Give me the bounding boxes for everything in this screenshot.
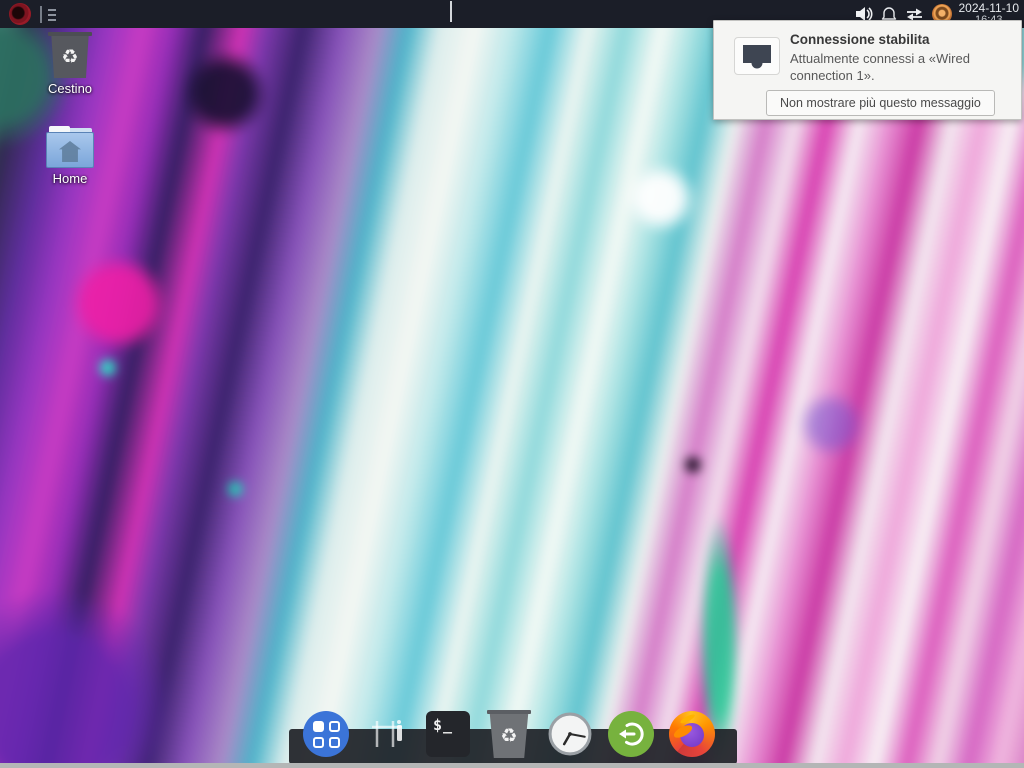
notification-title: Connessione stabilita [790, 32, 1013, 47]
desktop-icon-home[interactable]: Home [25, 126, 115, 186]
clock-icon [547, 711, 593, 757]
desktop-icon-trash[interactable]: ♻ Cestino [25, 32, 115, 96]
panel-date: 2024-11-10 [959, 2, 1020, 14]
dock-item-app-launcher[interactable] [303, 710, 349, 758]
dock-item-window-pager[interactable] [364, 710, 410, 758]
terminal-icon: $_ [426, 711, 470, 757]
dock-item-logout[interactable] [608, 710, 654, 758]
trash-icon: ♻ [487, 710, 531, 758]
recycle-icon: ♻ [500, 727, 517, 746]
dock-item-firefox[interactable] [669, 710, 715, 758]
trash-icon: ♻ [48, 32, 92, 78]
notification-text: Connessione stabilita Attualmente connes… [790, 32, 1013, 84]
home-folder-icon [46, 126, 94, 168]
dock-icons: $_ ♻ [303, 710, 715, 758]
app-grid-icon [303, 711, 349, 757]
dock-item-clock[interactable] [547, 710, 593, 758]
hidden-panel-strip[interactable] [0, 763, 1024, 768]
firefox-icon [669, 711, 715, 757]
panel-cursor-line [450, 1, 452, 22]
dismiss-notification-button[interactable]: Non mostrare più questo messaggio [766, 90, 995, 116]
menu-icon[interactable] [48, 9, 57, 24]
house-icon [59, 141, 81, 162]
desktop-icon-label: Home [25, 171, 115, 186]
notification-body: Attualmente connessi a «Wired connection… [790, 50, 1013, 84]
notification-popup: Connessione stabilita Attualmente connes… [713, 20, 1022, 120]
ethernet-port-icon [734, 37, 780, 75]
window-pager-icon [368, 715, 406, 753]
dock-item-terminal[interactable]: $_ [425, 710, 471, 758]
logout-icon [608, 711, 654, 757]
panel-separator [40, 6, 42, 23]
desktop: 2024-11-10 16:43 ♻ Cestino Home Connessi… [0, 0, 1024, 768]
recycle-icon: ♻ [61, 48, 78, 67]
distro-logo-icon[interactable] [9, 3, 31, 25]
desktop-icon-label: Cestino [25, 81, 115, 96]
dock-item-trash[interactable]: ♻ [486, 710, 532, 758]
